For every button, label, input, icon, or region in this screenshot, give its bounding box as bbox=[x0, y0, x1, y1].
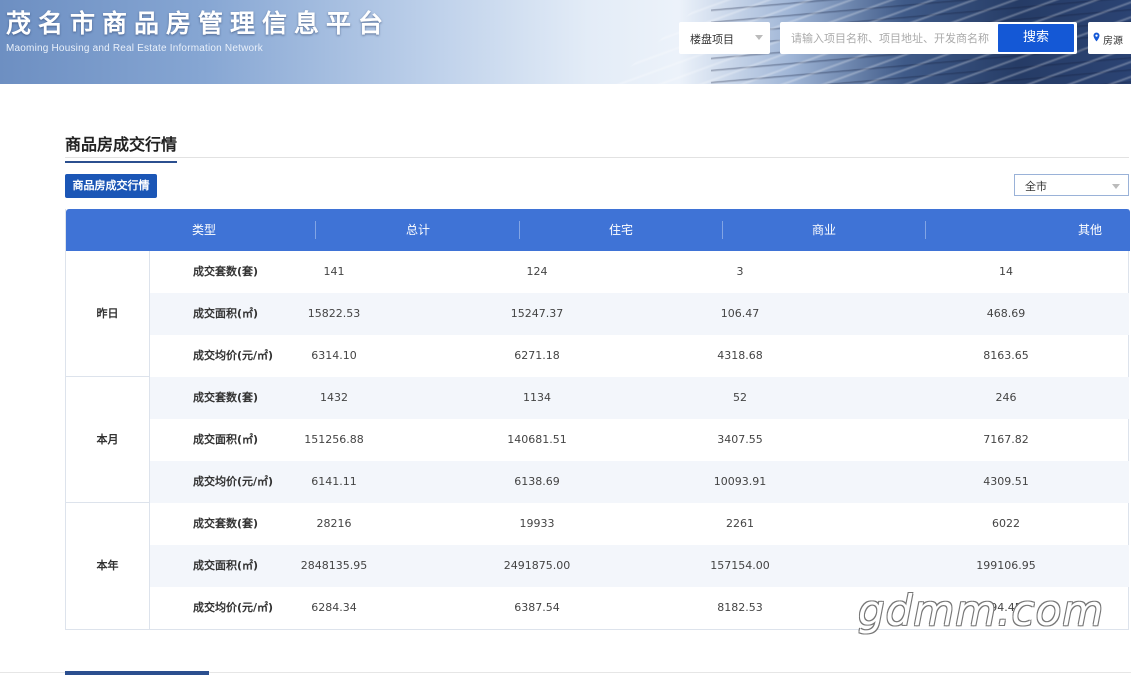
table-cell: 1432 bbox=[320, 391, 348, 404]
table-cell: 151256.88 bbox=[304, 433, 364, 446]
table-cell: 15247.37 bbox=[510, 307, 564, 320]
search-input[interactable] bbox=[780, 22, 998, 54]
row-group-label: 本月 bbox=[66, 377, 150, 503]
search-button[interactable]: 搜索 bbox=[998, 24, 1074, 52]
table-cell: 8163.65 bbox=[983, 349, 1029, 362]
transaction-table: 类型 总计 住宅 商业 其他 昨日 成交套数(套) 141 124 3 14 成交面积(㎡)… bbox=[65, 209, 1130, 630]
table-cell: 8182.53 bbox=[717, 601, 763, 614]
section-divider bbox=[65, 157, 1129, 158]
column-divider bbox=[315, 221, 316, 239]
table-cell: 10093.91 bbox=[713, 475, 767, 488]
table-cell: 6314.10 bbox=[311, 349, 357, 362]
metric-label: 成交套数(套) bbox=[193, 391, 259, 404]
table-header: 类型 总计 住宅 商业 其他 bbox=[66, 209, 1130, 251]
metric-label: 成交面积(㎡) bbox=[193, 307, 259, 320]
table-cell: 2848135.95 bbox=[300, 559, 368, 572]
site-subtitle: Maoming Housing and Real Estate Informat… bbox=[6, 43, 263, 54]
city-select-value: 全市 bbox=[1025, 180, 1047, 193]
table-cell: 4309.51 bbox=[983, 475, 1029, 488]
metric-label: 成交套数(套) bbox=[193, 517, 259, 530]
region-button[interactable]: 房源 bbox=[1088, 22, 1131, 54]
table-cell: 4318.68 bbox=[717, 349, 763, 362]
metric-label: 成交面积(㎡) bbox=[193, 559, 259, 572]
column-header-type: 类型 bbox=[191, 223, 216, 237]
table-cell: 6022 bbox=[992, 517, 1020, 530]
table-cell: 2261 bbox=[726, 517, 754, 530]
region-button-label: 房源 bbox=[1103, 36, 1123, 47]
table-cell: 3407.55 bbox=[717, 433, 763, 446]
column-divider bbox=[722, 221, 723, 239]
table-row: 成交面积(㎡) 15822.53 15247.37 106.47 468.69 bbox=[150, 293, 1129, 335]
table-cell: 140681.51 bbox=[507, 433, 567, 446]
table-row: 成交套数(套) 28216 19933 2261 6022 bbox=[150, 503, 1129, 545]
chevron-down-icon bbox=[1112, 184, 1120, 189]
watermark: gdmm.com bbox=[858, 586, 1105, 635]
chevron-down-icon bbox=[755, 35, 763, 40]
table-cell: 52 bbox=[733, 391, 747, 404]
table-cell: 28216 bbox=[316, 517, 352, 530]
search-type-select[interactable]: 楼盘项目 bbox=[679, 22, 770, 54]
bottom-section-tab bbox=[65, 671, 209, 675]
table-cell: 124 bbox=[526, 265, 548, 278]
table-cell: 199106.95 bbox=[976, 559, 1036, 572]
search-type-value: 楼盘项目 bbox=[690, 33, 734, 46]
table-cell: 1134 bbox=[523, 391, 551, 404]
table-cell: 2491875.00 bbox=[503, 559, 571, 572]
column-header-commercial: 商业 bbox=[811, 223, 836, 237]
row-group-label: 昨日 bbox=[66, 251, 150, 377]
table-cell: 7167.82 bbox=[983, 433, 1029, 446]
table-row: 成交面积(㎡) 151256.88 140681.51 3407.55 7167.82 bbox=[150, 419, 1129, 461]
table-cell: 3 bbox=[736, 265, 744, 278]
table-cell: 6284.34 bbox=[311, 601, 357, 614]
column-header-other: 其他 bbox=[1077, 223, 1102, 237]
table-cell: 106.47 bbox=[720, 307, 760, 320]
tab-transaction-overview[interactable]: 商品房成交行情 bbox=[65, 174, 157, 198]
table-cell: 19933 bbox=[519, 517, 555, 530]
table-row: 成交套数(套) 1432 1134 52 246 bbox=[150, 377, 1129, 419]
table-cell: 6387.54 bbox=[514, 601, 560, 614]
table-cell: 6138.69 bbox=[514, 475, 560, 488]
table-row: 成交均价(元/㎡) 6141.11 6138.69 10093.91 4309.51 bbox=[150, 461, 1129, 503]
table-cell: 6141.11 bbox=[311, 475, 357, 488]
metric-label: 成交套数(套) bbox=[193, 265, 259, 278]
table-cell: 14 bbox=[999, 265, 1013, 278]
table-row: 成交套数(套) 141 124 3 14 bbox=[150, 251, 1129, 293]
table-cell: 141 bbox=[323, 265, 345, 278]
table-row: 成交面积(㎡) 2848135.95 2491875.00 157154.00 1991… bbox=[150, 545, 1129, 587]
column-header-residential: 住宅 bbox=[608, 223, 633, 237]
table-row: 成交均价(元/㎡) 6314.10 6271.18 4318.68 8163.65 bbox=[150, 335, 1129, 377]
metric-label: 成交面积(㎡) bbox=[193, 433, 259, 446]
table-cell: 468.69 bbox=[986, 307, 1026, 320]
table-cell: 6271.18 bbox=[514, 349, 560, 362]
table-cell: 246 bbox=[995, 391, 1017, 404]
column-header-total: 总计 bbox=[405, 223, 430, 237]
column-divider bbox=[519, 221, 520, 239]
location-pin-icon bbox=[1093, 32, 1100, 42]
city-select[interactable]: 全市 bbox=[1014, 174, 1129, 196]
table-cell: 15822.53 bbox=[307, 307, 361, 320]
row-group-label: 本年 bbox=[66, 503, 150, 629]
site-title[interactable]: 茂名市商品房管理信息平台 bbox=[6, 4, 390, 40]
section-title: 商品房成交行情 bbox=[65, 131, 178, 163]
table-cell: 157154.00 bbox=[710, 559, 770, 572]
column-divider bbox=[925, 221, 926, 239]
